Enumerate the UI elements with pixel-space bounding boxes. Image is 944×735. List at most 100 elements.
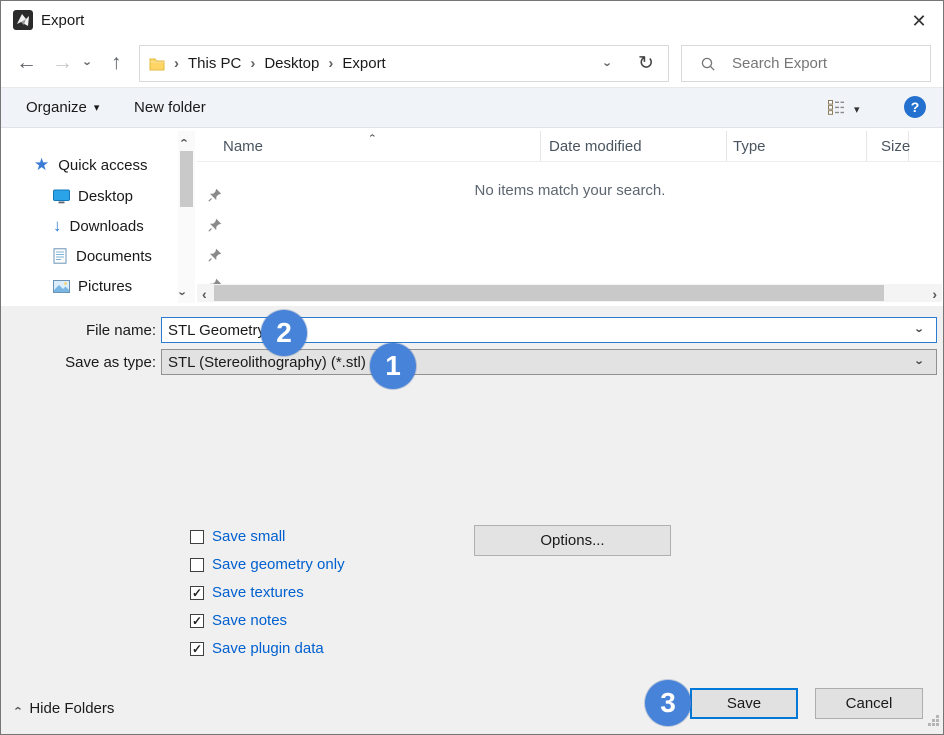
sidebar-item-downloads[interactable]: ↓ Downloads bbox=[53, 215, 183, 237]
annotation-number: 1 bbox=[385, 350, 401, 382]
checkbox-save-geometry-only[interactable]: Save geometry only bbox=[190, 556, 345, 573]
organize-caret-icon: ▾ bbox=[94, 101, 100, 114]
file-name-dropdown-chevron-icon[interactable]: › bbox=[918, 323, 922, 338]
column-label: Name bbox=[223, 138, 263, 155]
recent-locations-chevron-icon[interactable]: › bbox=[86, 57, 90, 70]
scroll-left-icon[interactable]: ‹ bbox=[202, 286, 207, 302]
save-button[interactable]: Save bbox=[690, 688, 798, 719]
sidebar-item-desktop[interactable]: Desktop bbox=[53, 185, 183, 207]
view-mode-icon[interactable] bbox=[827, 99, 845, 116]
save-as-type-label: Save as type: bbox=[41, 354, 156, 371]
chevron-up-icon: › bbox=[15, 701, 19, 716]
sort-ascending-icon: › bbox=[371, 129, 375, 141]
command-toolbar: Organize ▾ New folder ▾ ? bbox=[1, 87, 943, 128]
folder-icon bbox=[149, 57, 165, 71]
scroll-down-icon[interactable]: › bbox=[181, 286, 185, 301]
column-label: Size bbox=[881, 138, 910, 155]
sidebar-scrollbar-thumb[interactable] bbox=[180, 151, 193, 207]
sidebar-item-label: Documents bbox=[76, 248, 152, 265]
checkbox-label: Save plugin data bbox=[212, 640, 324, 657]
export-dialog: Export ✕ ← → › ↑ › This PC › Desktop › E… bbox=[0, 0, 944, 735]
save-options-pane: File name: › Save as type: STL (Stereoli… bbox=[1, 306, 943, 734]
checkbox-save-small[interactable]: Save small bbox=[190, 528, 285, 545]
sidebar-item-label: Downloads bbox=[70, 218, 144, 235]
column-date-modified[interactable]: Date modified bbox=[541, 131, 727, 161]
checkbox-icon[interactable]: ✓ bbox=[190, 642, 204, 656]
save-as-type-value: STL (Stereolithography) (*.stl) bbox=[168, 354, 366, 371]
column-header-row: Name Date modified Type Size bbox=[197, 131, 942, 162]
breadcrumb-separator-icon: › bbox=[328, 55, 333, 72]
column-label: Date modified bbox=[549, 138, 642, 155]
checkbox-icon[interactable]: ✓ bbox=[190, 586, 204, 600]
sidebar-item-documents[interactable]: Documents bbox=[53, 245, 183, 267]
sidebar-item-label: Pictures bbox=[78, 278, 132, 295]
refresh-button[interactable]: ↻ bbox=[624, 45, 669, 82]
organize-label: Organize bbox=[26, 99, 87, 116]
up-button[interactable]: ↑ bbox=[111, 52, 122, 73]
annotation-circle-3: 3 bbox=[645, 680, 691, 726]
pin-icon bbox=[208, 218, 222, 236]
search-icon bbox=[700, 56, 716, 72]
column-label: Type bbox=[733, 138, 766, 155]
checkbox-save-plugin-data[interactable]: ✓ Save plugin data bbox=[190, 640, 324, 657]
breadcrumb-export[interactable]: Export bbox=[342, 55, 385, 72]
breadcrumb: › This PC › Desktop › Export › bbox=[139, 45, 625, 82]
checkbox-save-textures[interactable]: ✓ Save textures bbox=[190, 584, 304, 601]
close-button[interactable]: ✕ bbox=[903, 6, 935, 36]
breadcrumb-this-pc[interactable]: This PC bbox=[188, 55, 241, 72]
checkbox-label: Save notes bbox=[212, 612, 287, 629]
help-button[interactable]: ? bbox=[904, 96, 926, 118]
search-input[interactable] bbox=[730, 54, 914, 73]
documents-icon bbox=[53, 248, 67, 264]
desktop-icon bbox=[53, 189, 70, 204]
checkbox-label: Save small bbox=[212, 528, 285, 545]
hide-folders-button[interactable]: › Hide Folders bbox=[15, 700, 114, 717]
breadcrumb-separator-icon: › bbox=[174, 55, 179, 72]
pictures-icon bbox=[53, 280, 70, 293]
annotation-circle-2: 2 bbox=[261, 310, 307, 356]
annotation-number: 3 bbox=[660, 687, 676, 719]
column-size[interactable]: Size bbox=[867, 131, 909, 161]
options-button[interactable]: Options... bbox=[474, 525, 671, 556]
annotation-number: 2 bbox=[276, 317, 292, 349]
sidebar-scrollbar[interactable]: › › bbox=[178, 131, 195, 303]
view-mode-caret-icon[interactable]: ▾ bbox=[854, 103, 860, 116]
hide-folders-label: Hide Folders bbox=[29, 700, 114, 717]
new-folder-label: New folder bbox=[134, 99, 206, 116]
organize-button[interactable]: Organize ▾ bbox=[26, 88, 99, 127]
new-folder-button[interactable]: New folder bbox=[134, 88, 206, 127]
title-bar: Export ✕ bbox=[1, 1, 943, 41]
back-button[interactable]: ← bbox=[16, 52, 37, 73]
cancel-button[interactable]: Cancel bbox=[815, 688, 923, 719]
sidebar-item-quick-access[interactable]: ★ Quick access bbox=[34, 154, 147, 176]
quick-access-star-icon: ★ bbox=[34, 155, 49, 175]
downloads-icon: ↓ bbox=[53, 216, 62, 236]
breadcrumb-desktop[interactable]: Desktop bbox=[264, 55, 319, 72]
scroll-right-icon[interactable]: › bbox=[932, 286, 937, 302]
checkbox-label: Save textures bbox=[212, 584, 304, 601]
save-as-type-dropdown-chevron-icon[interactable]: › bbox=[918, 355, 922, 370]
sidebar-item-label: Quick access bbox=[58, 157, 147, 174]
checkbox-icon[interactable] bbox=[190, 558, 204, 572]
resize-grip[interactable] bbox=[926, 713, 940, 731]
checkbox-save-notes[interactable]: ✓ Save notes bbox=[190, 612, 287, 629]
checkbox-icon[interactable]: ✓ bbox=[190, 614, 204, 628]
sidebar-item-pictures[interactable]: Pictures bbox=[53, 275, 183, 297]
annotation-circle-1: 1 bbox=[370, 343, 416, 389]
column-type[interactable]: Type bbox=[727, 131, 867, 161]
scroll-up-icon[interactable]: › bbox=[181, 133, 185, 148]
sidebar-item-label: Desktop bbox=[78, 188, 133, 205]
address-dropdown-chevron-icon[interactable]: › bbox=[606, 57, 610, 72]
empty-results-message: No items match your search. bbox=[197, 182, 943, 199]
search-box bbox=[681, 45, 931, 82]
window-title: Export bbox=[41, 12, 84, 29]
breadcrumb-separator-icon: › bbox=[250, 55, 255, 72]
forward-button[interactable]: → bbox=[52, 52, 73, 73]
file-name-label: File name: bbox=[41, 322, 156, 339]
pin-icon bbox=[208, 248, 222, 266]
app-icon bbox=[13, 10, 33, 30]
checkbox-label: Save geometry only bbox=[212, 556, 345, 573]
checkbox-icon[interactable] bbox=[190, 530, 204, 544]
file-list-horizontal-scrollbar[interactable]: ‹ › bbox=[197, 284, 942, 302]
horizontal-scrollbar-thumb[interactable] bbox=[214, 285, 884, 301]
